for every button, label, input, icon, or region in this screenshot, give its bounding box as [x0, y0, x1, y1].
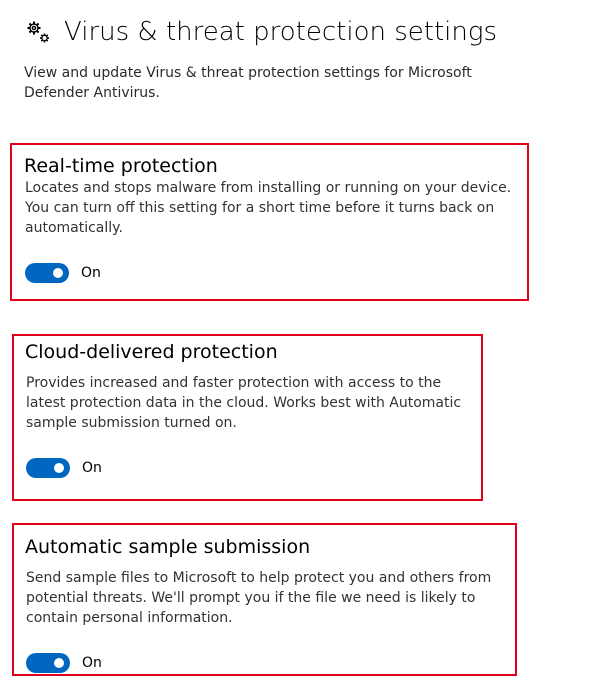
section-title: Real-time protection	[24, 155, 218, 177]
page-title: Virus & threat protection settings	[64, 17, 497, 47]
toggle-state-label: On	[81, 265, 101, 281]
section-description: Send sample files to Microsoft to help p…	[26, 570, 492, 626]
gears-icon	[24, 17, 54, 47]
section-title: Automatic sample submission	[25, 536, 311, 558]
section-real-time-protection: Real-time protection Locates and stops m…	[10, 143, 529, 301]
cloud-delivered-protection-toggle[interactable]	[26, 458, 70, 478]
page-header: Virus & threat protection settings	[24, 14, 497, 50]
automatic-sample-submission-toggle[interactable]	[26, 653, 70, 673]
page-description: View and update Virus & threat protectio…	[24, 65, 472, 101]
section-automatic-sample-submission: Automatic sample submission Send sample …	[12, 523, 517, 676]
section-description: Locates and stops malware from installin…	[25, 180, 512, 236]
toggle-row: On	[25, 263, 101, 283]
toggle-state-label: On	[82, 655, 102, 671]
toggle-row: On	[26, 653, 102, 673]
toggle-knob	[53, 268, 63, 278]
real-time-protection-toggle[interactable]	[25, 263, 69, 283]
toggle-state-label: On	[82, 460, 102, 476]
toggle-row: On	[26, 458, 102, 478]
toggle-knob	[54, 463, 64, 473]
section-description: Provides increased and faster protection…	[26, 375, 462, 431]
section-cloud-delivered-protection: Cloud-delivered protection Provides incr…	[12, 334, 483, 501]
section-title: Cloud-delivered protection	[25, 341, 278, 363]
toggle-knob	[54, 658, 64, 668]
